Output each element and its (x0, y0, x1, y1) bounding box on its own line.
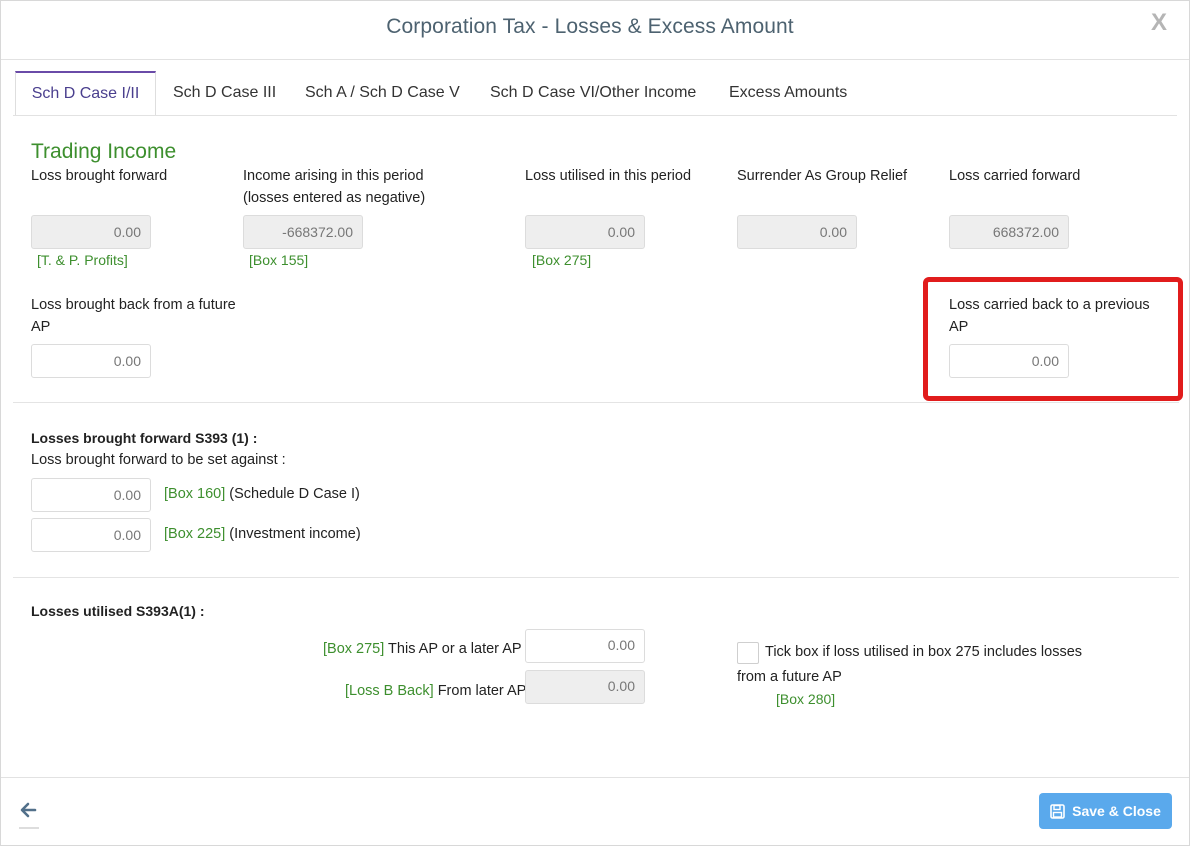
losses-dialog: Corporation Tax - Losses & Excess Amount… (0, 0, 1190, 846)
save-icon (1050, 803, 1065, 819)
footer-divider (1, 777, 1189, 778)
s393-subheading: Loss brought forward to be set against : (31, 452, 286, 468)
surrender-field: 0.00 (737, 215, 857, 249)
box-225-label: [Box 225] (Investment income) (164, 523, 361, 545)
tick-ref: [Box 280] (776, 691, 836, 707)
loss-cf-field: 668372.00 (949, 215, 1069, 249)
section-divider-1 (13, 402, 1179, 403)
box-225-text: (Investment income) (229, 526, 361, 542)
back-underline (19, 827, 39, 829)
loss-utilised-ref: [Box 275] (532, 252, 592, 268)
highlight-box (923, 277, 1183, 401)
tab-sch-d-case-iii[interactable]: Sch D Case III (173, 71, 276, 116)
loss-bf-ref: [T. & P. Profits] (37, 252, 128, 268)
save-close-label: Save & Close (1072, 803, 1161, 819)
loss-utilised-field: 0.00 (525, 215, 645, 249)
s393-heading: Losses brought forward S393 (1) : (31, 430, 258, 446)
box-160-ref: [Box 160] (164, 486, 226, 502)
box-225-ref: [Box 225] (164, 526, 226, 542)
loss-bb-input[interactable]: 0.00 (31, 344, 151, 378)
loss-utilised-label: Loss utilised in this period (525, 168, 692, 184)
loss-cf-label: Loss carried forward (949, 168, 1081, 184)
tab-excess-amounts[interactable]: Excess Amounts (729, 71, 847, 116)
this-ap-input[interactable]: 0.00 (525, 629, 645, 663)
box-225-input[interactable]: 0.00 (31, 518, 151, 552)
box-160-text: (Schedule D Case I) (229, 486, 360, 502)
later-ap-label: [Loss B Back] From later AP (345, 680, 526, 702)
income-arising-label-2: (losses entered as negative) (243, 190, 426, 206)
tab-sch-d-case-vi-other-income[interactable]: Sch D Case VI/Other Income (490, 71, 696, 116)
loss-bb-label-2: AP (31, 319, 51, 335)
later-ap-text: From later AP (437, 683, 527, 699)
tabs-divider (13, 115, 1177, 116)
box-280-checkbox[interactable] (737, 642, 759, 664)
box-160-label: [Box 160] (Schedule D Case I) (164, 483, 360, 505)
this-ap-label: [Box 275] This AP or a later AP (323, 638, 522, 660)
income-arising-ref: [Box 155] (249, 252, 309, 268)
loss-bf-label: Loss brought forward (31, 168, 168, 184)
income-arising-field: -668372.00 (243, 215, 363, 249)
tick-label-1: Tick box if loss utilised in box 275 inc… (765, 644, 1083, 660)
dialog-title: Corporation Tax - Losses & Excess Amount (386, 15, 794, 38)
this-ap-text: This AP or a later AP (388, 641, 522, 657)
close-icon[interactable]: X (1151, 9, 1167, 37)
income-arising-label-1: Income arising in this period (243, 168, 424, 184)
surrender-label: Surrender As Group Relief (737, 168, 908, 184)
section-title-trading-income: Trading Income (31, 140, 177, 163)
loss-bf-field: 0.00 (31, 215, 151, 249)
this-ap-ref: [Box 275] (323, 641, 385, 657)
s393a-heading: Losses utilised S393A(1) : (31, 603, 205, 619)
save-close-button[interactable]: Save & Close (1039, 793, 1172, 829)
section-divider-2 (13, 577, 1179, 578)
later-ap-ref: [Loss B Back] (345, 683, 434, 699)
box-160-input[interactable]: 0.00 (31, 478, 151, 512)
later-ap-field: 0.00 (525, 670, 645, 704)
loss-bb-label-1: Loss brought back from a future (31, 297, 236, 313)
tab-sch-a-sch-d-case-v[interactable]: Sch A / Sch D Case V (305, 71, 460, 116)
tab-sch-d-case-i-ii[interactable]: Sch D Case I/II (15, 71, 156, 116)
header-divider (1, 59, 1189, 60)
back-arrow-icon[interactable] (19, 797, 39, 823)
tick-label-2: from a future AP (737, 669, 842, 685)
